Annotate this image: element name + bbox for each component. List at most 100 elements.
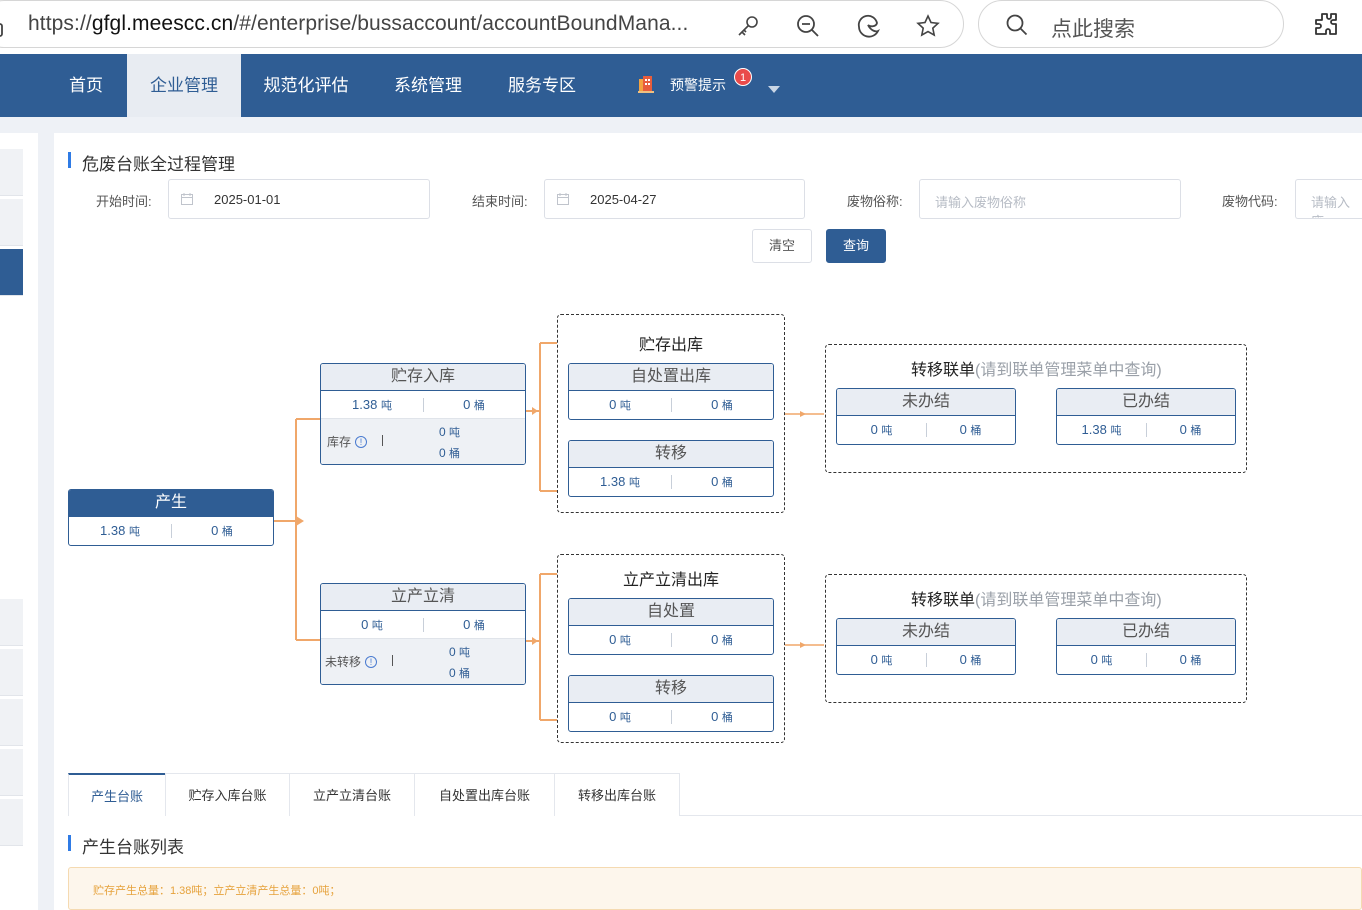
tab-immediate-ledger[interactable]: 立产立清台账: [289, 773, 415, 816]
lock-icon: [0, 23, 3, 37]
unit-barrel: 桶: [970, 655, 982, 667]
list-title: 产生台账列表: [68, 833, 184, 858]
unit-ton: 吨: [459, 647, 471, 659]
tab-self-dispose-ledger[interactable]: 自处置出库台账: [414, 773, 555, 816]
info-icon[interactable]: !: [355, 436, 368, 448]
storage-transfer-title: 转移: [569, 441, 773, 468]
waste-name-input[interactable]: 请输入废物俗称: [919, 179, 1181, 219]
storage-in-node[interactable]: 贮存入库 1.38 吨0 桶 库存! 0 吨 0 桶: [320, 363, 526, 465]
nav-home[interactable]: 首页: [45, 54, 127, 117]
sidebar-item[interactable]: [0, 699, 23, 746]
unit-barrel: 桶: [449, 448, 461, 460]
unit-ton: 吨: [1101, 655, 1113, 667]
manifest-done-top[interactable]: 已办结 1.38 吨 0 桶: [1056, 388, 1236, 445]
edge-icon[interactable]: [855, 13, 881, 39]
unit-barrel: 桶: [721, 712, 733, 724]
manifest-pending-barrel: 0: [959, 422, 967, 437]
nav-standardization-assessment[interactable]: 规范化评估: [241, 54, 371, 117]
unit-barrel: 桶: [473, 620, 485, 632]
unit-barrel: 桶: [970, 425, 982, 437]
storage-in-ton: 1.38: [352, 397, 378, 412]
tab-transfer-out-ledger[interactable]: 转移出库台账: [554, 773, 680, 816]
nav-service-zone[interactable]: 服务专区: [485, 54, 599, 117]
end-time-label: 结束时间:: [472, 194, 528, 209]
produce-ton: 1.38: [100, 523, 126, 538]
browser-toolbar: https://gfgl.meescc.cn/#/enterprise/buss…: [0, 0, 1362, 54]
sidebar-item-active[interactable]: [0, 249, 23, 296]
storage-self-dispose-title: 自处置出库: [569, 364, 773, 391]
immediate-out-title: 立产立清出库: [623, 572, 720, 589]
produce-title: 产生: [69, 490, 273, 517]
favorite-star-icon[interactable]: [915, 13, 941, 39]
page-title: 危废台账全过程管理: [68, 150, 235, 175]
key-icon[interactable]: [735, 13, 761, 39]
immediate-ton: 0: [361, 617, 369, 632]
storage-transfer-ton: 1.38: [600, 474, 626, 489]
manifest-pending-bottom[interactable]: 未办结 0 吨0 桶: [836, 618, 1016, 675]
tab-produce-ledger[interactable]: 产生台账: [68, 773, 166, 816]
unit-ton: 吨: [380, 400, 392, 412]
waste-name-label: 废物俗称:: [847, 194, 903, 209]
address-bar[interactable]: https://gfgl.meescc.cn/#/enterprise/buss…: [0, 0, 964, 48]
produce-barrel: 0: [211, 523, 219, 538]
query-button[interactable]: 查询: [826, 229, 886, 263]
extensions-puzzle-icon[interactable]: [1312, 10, 1340, 38]
storage-out-title: 贮存出库: [639, 337, 704, 354]
manifest-pending-ton: 0: [870, 652, 878, 667]
inventory-label: 库存: [327, 435, 352, 449]
manifest-pending-top[interactable]: 未办结 0 吨0 桶: [836, 388, 1016, 445]
unit-ton: 吨: [628, 477, 640, 489]
info-icon[interactable]: !: [365, 656, 378, 668]
start-date-value: 2025-01-01: [214, 192, 281, 207]
manifest-label: 转移联单: [911, 592, 976, 609]
unit-ton: 吨: [128, 526, 140, 538]
start-time-label: 开始时间:: [96, 194, 152, 209]
sidebar-item[interactable]: [0, 649, 23, 696]
unit-barrel: 桶: [721, 400, 733, 412]
nav-enterprise-management[interactable]: 企业管理: [127, 54, 241, 117]
unit-ton: 吨: [881, 655, 893, 667]
immediate-transfer-barrel: 0: [711, 709, 719, 724]
sidebar: [0, 133, 38, 910]
immediate-transfer-node[interactable]: 转移 0 吨0 桶: [568, 675, 774, 732]
sidebar-item[interactable]: [0, 799, 23, 846]
manifest-title-top: 转移联单(请到联单管理菜单中查询): [911, 356, 1162, 380]
storage-self-barrel: 0: [711, 397, 719, 412]
sidebar-item[interactable]: [0, 749, 23, 796]
zoom-out-icon[interactable]: [795, 13, 821, 39]
manifest-done-barrel: 0: [1179, 652, 1187, 667]
warning-menu[interactable]: 预警提示: [636, 54, 726, 117]
storage-self-dispose-node[interactable]: 自处置出库 0 吨0 桶: [568, 363, 774, 420]
inventory-ton: 0: [439, 425, 446, 439]
manifest-done-title: 已办结: [1057, 619, 1235, 646]
unit-ton: 吨: [619, 712, 631, 724]
nav-system-management[interactable]: 系统管理: [371, 54, 485, 117]
immediate-self-dispose-node[interactable]: 自处置 0 吨0 桶: [568, 598, 774, 655]
immediate-transfer-ton: 0: [609, 709, 617, 724]
manifest-title-bottom: 转移联单(请到联单管理菜单中查询): [911, 586, 1162, 610]
manifest-hint: (请到联单管理菜单中查询): [975, 592, 1162, 609]
clear-button[interactable]: 清空: [752, 229, 812, 263]
unit-barrel: 桶: [1190, 425, 1202, 437]
manifest-done-bottom[interactable]: 已办结 0 吨0 桶: [1056, 618, 1236, 675]
end-date-value: 2025-04-27: [590, 192, 657, 207]
unit-ton: 吨: [1110, 425, 1122, 437]
search-placeholder: 点此搜索: [1051, 18, 1135, 41]
sidebar-item[interactable]: [0, 599, 23, 646]
tab-storage-in-ledger[interactable]: 贮存入库台账: [165, 773, 290, 816]
untransferred-label: 未转移: [325, 655, 362, 669]
calendar-icon: [181, 193, 193, 205]
sidebar-item[interactable]: [0, 199, 23, 246]
sidebar-item[interactable]: [0, 149, 23, 196]
storage-transfer-node[interactable]: 转移 1.38 吨 0 桶: [568, 440, 774, 497]
start-date-picker[interactable]: 2025-01-01: [168, 179, 430, 219]
browser-search-box[interactable]: 点此搜索: [978, 0, 1284, 48]
waste-code-input[interactable]: 请输入废: [1295, 179, 1362, 219]
immediate-clear-node[interactable]: 立产立清 0 吨0 桶 未转移! 0 吨 0 桶: [320, 583, 526, 685]
chevron-down-icon[interactable]: [768, 86, 780, 93]
produce-node[interactable]: 产生 1.38 吨 0 桶: [68, 489, 274, 546]
inventory-barrel: 0: [439, 446, 446, 460]
immediate-self-barrel: 0: [711, 632, 719, 647]
end-date-picker[interactable]: 2025-04-27: [544, 179, 805, 219]
manifest-pending-title: 未办结: [837, 619, 1015, 646]
